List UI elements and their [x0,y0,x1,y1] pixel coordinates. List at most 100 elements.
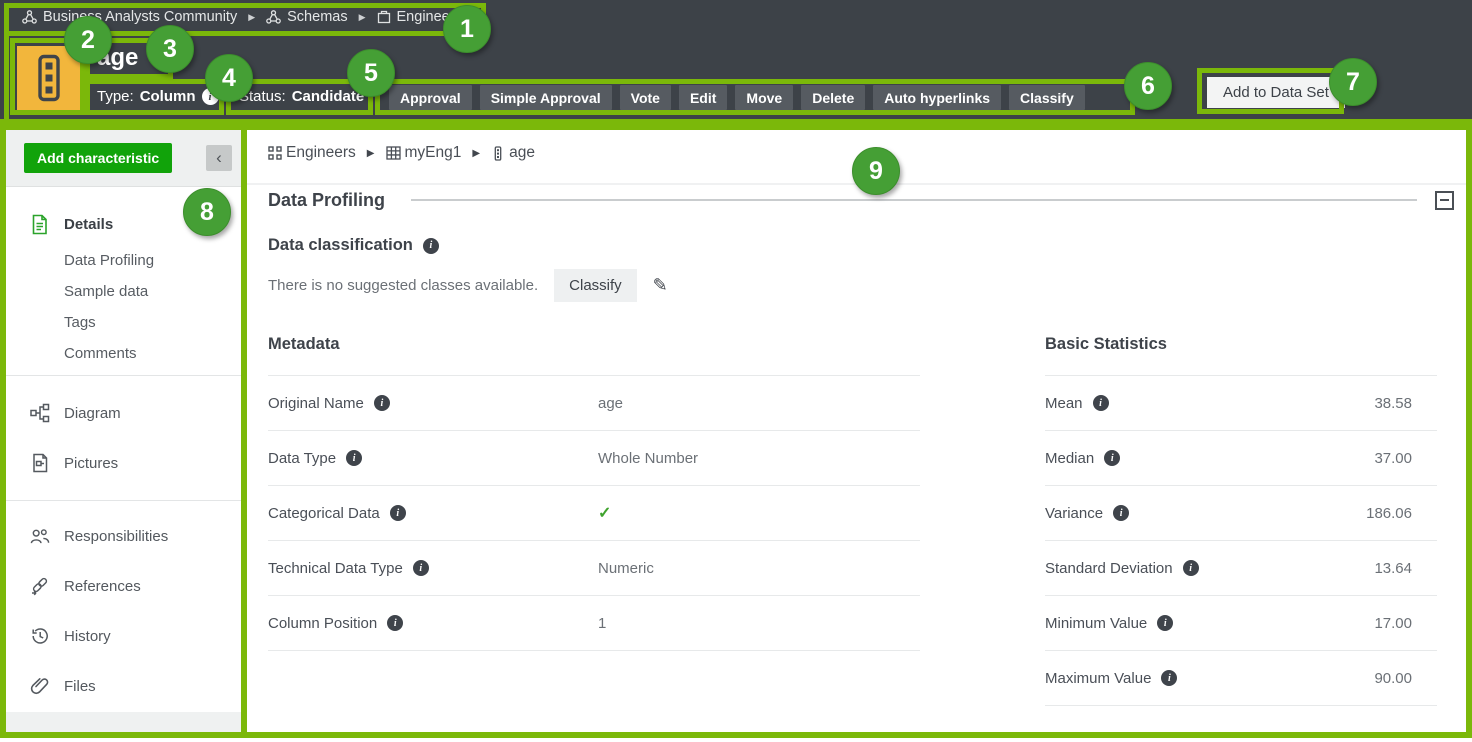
row-value: 186.06 [1366,505,1412,522]
top-breadcrumb: Business Analysts Community ▶ Schemas ▶ … [22,9,462,25]
info-icon[interactable]: i [374,395,390,411]
sidebar-item-diagram[interactable]: Diagram [0,388,246,438]
section-title: Data Profiling [268,190,385,211]
row-value: 38.58 [1374,395,1412,412]
info-icon[interactable]: i [1093,395,1109,411]
basic-statistics-title: Basic Statistics [1045,335,1437,354]
info-icon[interactable]: i [390,505,406,521]
table-row: Minimum Valuei 17.00 [1045,596,1437,651]
sidebar-item-history[interactable]: History [0,611,246,661]
sidebar-item-label: Files [64,678,96,695]
pictures-icon [30,452,50,474]
breadcrumb-label: age [509,144,535,162]
sidebar: Add characteristic ‹ Details Data Profil… [0,130,246,732]
statistics-table: Meani 38.58 Mediani 37.00 Variancei 186.… [1045,375,1437,706]
sidebar-item-details[interactable]: Details [0,203,246,245]
vote-button[interactable]: Vote [620,85,671,110]
sidebar-item-comments[interactable]: Comments [0,338,246,369]
column-icon [35,54,63,102]
type-label: Type: [97,88,134,105]
sidebar-item-files[interactable]: Files [0,661,246,711]
breadcrumb-label: Engineers [286,144,356,162]
breadcrumb-arrow-icon: ▶ [472,148,480,159]
files-icon [30,675,50,697]
table-row: Data Type i Whole Number [268,431,920,486]
edit-pencil-icon[interactable]: ✎ [653,275,668,296]
simple-approval-button[interactable]: Simple Approval [480,85,612,110]
classify-button[interactable]: Classify [554,269,637,302]
breadcrumb-arrow-icon: ▶ [248,12,255,23]
approval-button[interactable]: Approval [389,85,472,110]
basic-statistics-section: Basic Statistics Meani 38.58 Mediani 37.… [1045,335,1437,706]
row-value: Numeric [598,560,654,577]
collapse-section-icon[interactable] [1435,191,1454,210]
breadcrumb-item-schemas[interactable]: Schemas [266,9,347,25]
table-row: Column Positioni 1 [268,596,920,651]
row-label: Maximum Value [1045,670,1151,687]
row-label: Data Type [268,450,336,467]
row-value: Whole Number [598,450,698,467]
classify-button[interactable]: Classify [1009,85,1085,110]
info-icon[interactable]: i [423,238,439,254]
breadcrumb-label: myEng1 [405,144,462,162]
breadcrumb-item-age[interactable]: age [491,144,535,162]
main-panel: Engineers ▶ myEng1 ▶ age [246,130,1472,732]
classification-message: There is no suggested classes available. [268,277,538,294]
row-label: Categorical Data [268,505,380,522]
table-row: Original Namei age [268,376,920,431]
info-icon[interactable]: i [387,615,403,631]
move-button[interactable]: Move [735,85,793,110]
sidebar-item-label: Diagram [64,405,121,422]
add-to-dataset-button[interactable]: Add to Data Set [1207,77,1345,108]
breadcrumb-item-engineers[interactable]: Engineers [377,9,462,25]
schema-icon [377,10,391,24]
sidebar-group-visuals: Diagram Pictures [0,375,246,500]
sidebar-footer-fill [0,712,246,732]
info-icon[interactable]: i [1104,450,1120,466]
breadcrumb-item-myeng1[interactable]: myEng1 [386,144,462,162]
row-value: 1 [598,615,606,632]
breadcrumb-item-engineers[interactable]: Engineers [268,144,356,162]
sidebar-item-label: Responsibilities [64,528,168,545]
check-icon: ✓ [598,503,611,523]
table-row: Mediani 37.00 [1045,431,1437,486]
sidebar-item-data-profiling[interactable]: Data Profiling [0,245,246,276]
status-label: Status: [239,88,286,105]
sidebar-item-references[interactable]: References [0,561,246,611]
data-classification-row: There is no suggested classes available.… [268,269,668,302]
row-label: Median [1045,450,1094,467]
breadcrumb-arrow-icon: ▶ [367,148,375,159]
data-classification-title: Data classification [268,236,413,255]
sidebar-item-sample-data[interactable]: Sample data [0,276,246,307]
sidebar-item-tags[interactable]: Tags [0,307,246,338]
edit-button[interactable]: Edit [679,85,727,110]
responsibilities-icon [30,525,50,547]
asset-status: Status: Candidate [239,88,364,105]
delete-button[interactable]: Delete [801,85,865,110]
add-characteristic-button[interactable]: Add characteristic [24,143,172,173]
info-icon[interactable]: i [413,560,429,576]
table-row: Maximum Valuei 90.00 [1045,651,1437,706]
diagram-icon [30,402,50,424]
row-value: 17.00 [1374,615,1412,632]
table-row: Meani 38.58 [1045,376,1437,431]
history-icon [30,625,50,647]
sidebar-item-responsibilities[interactable]: Responsibilities [0,511,246,561]
sidebar-item-pictures[interactable]: Pictures [0,438,246,488]
info-icon[interactable]: i [1183,560,1199,576]
collapse-sidebar-button[interactable]: ‹ [206,145,232,171]
info-icon[interactable]: i [1161,670,1177,686]
info-icon[interactable]: i [202,88,219,105]
breadcrumb-item-community[interactable]: Business Analysts Community [22,9,237,25]
app-window: Business Analysts Community ▶ Schemas ▶ … [0,0,1472,742]
asset-type: Type: Column i [97,88,219,105]
info-icon[interactable]: i [1157,615,1173,631]
info-icon[interactable]: i [1113,505,1129,521]
row-label: Technical Data Type [268,560,403,577]
info-icon[interactable]: i [346,450,362,466]
auto-hyperlinks-button[interactable]: Auto hyperlinks [873,85,1001,110]
section-rule [411,199,1417,201]
breadcrumb-label: Schemas [287,9,347,25]
breadcrumb-divider [246,183,1472,185]
row-value: 37.00 [1374,450,1412,467]
